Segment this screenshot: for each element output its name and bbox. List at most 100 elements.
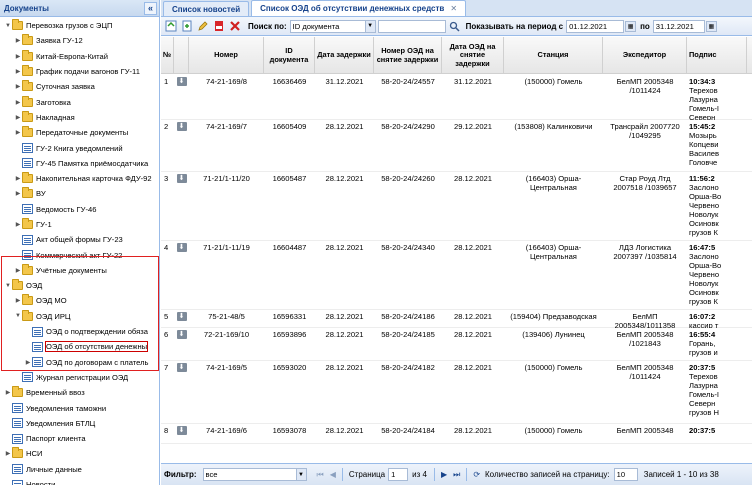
table-row[interactable]: 8 ⬇ 74-21-169/6 16593078 28.12.2021 58-20-24/…	[161, 424, 752, 444]
tree-node[interactable]: ГУ-45 Памятка приёмосдатчика	[0, 156, 159, 171]
column-header[interactable]	[174, 37, 189, 74]
collapsed-arrow-icon[interactable]: ▶	[14, 190, 22, 197]
column-header[interactable]: №	[161, 37, 174, 74]
tree-node[interactable]: ▶ Китай-Европа-Китай	[0, 49, 159, 64]
column-header[interactable]: Дата задержки	[315, 37, 374, 74]
chevron-down-icon[interactable]: ▼	[295, 469, 306, 480]
date-from-input[interactable]: 01.12.2021	[566, 19, 625, 33]
download-icon[interactable]: ⬇	[176, 243, 187, 252]
collapsed-arrow-icon[interactable]: ▶	[14, 37, 22, 44]
chevron-down-icon[interactable]: ▼	[364, 20, 375, 32]
collapsed-arrow-icon[interactable]: ▶	[14, 221, 22, 228]
collapsed-arrow-icon[interactable]: ▶	[14, 83, 22, 90]
tree-node[interactable]: Журнал регистрации ОЭД	[0, 370, 159, 385]
tree-node[interactable]: ▶ ОЭД МО	[0, 293, 159, 308]
table-row[interactable]: 5 ⬇ 75-21-48/5 16596331 28.12.2021 58-20-24/2…	[161, 310, 752, 328]
next-page-icon[interactable]: ▶	[441, 470, 447, 479]
download-icon[interactable]: ⬇	[176, 426, 187, 435]
collapsed-arrow-icon[interactable]: ▶	[4, 389, 12, 396]
tree-node[interactable]: ГУ-2 Книга уведомлений	[0, 140, 159, 155]
tree-node[interactable]: ▼ Перевозка грузов с ЭЦП	[0, 18, 159, 33]
expanded-arrow-icon[interactable]: ▼	[4, 23, 12, 29]
table-row[interactable]: 2 ⬇ 74-21-169/7 16605409 28.12.2021 58-20-24/…	[161, 120, 752, 172]
tree-node[interactable]: Уведомления таможни	[0, 400, 159, 415]
search-input[interactable]	[377, 19, 446, 33]
tree-node[interactable]: ▶ Накладная	[0, 110, 159, 125]
refresh-icon[interactable]	[164, 20, 177, 33]
tree-node[interactable]: ▶ Передаточные документы	[0, 125, 159, 140]
table-row[interactable]: 3 ⬇ 71-21/1-11/20 16605487 28.12.2021 58-20-2…	[161, 172, 752, 241]
tree-node[interactable]: ▶ Заготовка	[0, 94, 159, 109]
tree-node[interactable]: ОЭД об отсутствии денежны	[0, 339, 159, 355]
column-header[interactable]: Дата ОЭД на снятие задержки	[442, 37, 504, 74]
first-page-icon[interactable]: ⏮	[317, 470, 324, 480]
table-row[interactable]: 1 ⬇ 74-21-169/8 16636469 31.12.2021 58-20-24/…	[161, 75, 752, 120]
tree-node[interactable]: ▶ ОЭД по договорам с платель	[0, 355, 159, 370]
download-icon[interactable]: ⬇	[176, 312, 187, 321]
column-header[interactable]: Подпис	[687, 37, 747, 74]
tree-node[interactable]: Паспорт клиента	[0, 431, 159, 446]
tree-node[interactable]: ОЭД о подтверждении обяза	[0, 324, 159, 339]
pdf-icon[interactable]	[212, 20, 225, 33]
tree-node[interactable]: Личные данные	[0, 462, 159, 477]
collapsed-arrow-icon[interactable]: ▶	[14, 114, 22, 121]
column-header[interactable]: Станция	[504, 37, 603, 74]
tree-node[interactable]: ▶ ВУ	[0, 186, 159, 201]
tab-oed-no-funds[interactable]: Список ОЭД об отсутствии денежных средст…	[251, 0, 467, 16]
download-icon[interactable]: ⬇	[176, 330, 187, 339]
expanded-arrow-icon[interactable]: ▼	[4, 283, 12, 289]
tree-node[interactable]: ▶ Временный ввоз	[0, 385, 159, 400]
search-field-select[interactable]: ID документа ▼	[289, 19, 376, 33]
table-row[interactable]: 4 ⬇ 71-21/1-11/19 16604487 28.12.2021 58-20-2…	[161, 241, 752, 310]
tree-node[interactable]: Акт общей формы ГУ-23	[0, 232, 159, 247]
search-icon[interactable]	[448, 20, 461, 33]
collapsed-arrow-icon[interactable]: ▶	[14, 175, 22, 182]
tree-node[interactable]: ▶ Учётные документы	[0, 263, 159, 278]
tree-node[interactable]: ▶ График подачи вагонов ГУ-11	[0, 64, 159, 79]
collapsed-arrow-icon[interactable]: ▶	[14, 99, 22, 106]
prev-page-icon[interactable]: ◀	[330, 470, 336, 479]
edit-icon[interactable]	[196, 20, 209, 33]
filter-select[interactable]: все ▼	[202, 468, 307, 481]
tree-node[interactable]: ▼ ОЭД ИРЦ	[0, 309, 159, 324]
collapsed-arrow-icon[interactable]: ▶	[4, 450, 12, 457]
column-header[interactable]: Номер ОЭД на снятие задержки	[374, 37, 442, 74]
expanded-arrow-icon[interactable]: ▼	[14, 313, 22, 319]
collapse-panel-icon[interactable]: «	[144, 1, 157, 15]
download-icon[interactable]: ⬇	[176, 174, 187, 183]
collapsed-arrow-icon[interactable]: ▶	[14, 68, 22, 75]
last-page-icon[interactable]: ⏭	[453, 470, 460, 480]
collapsed-arrow-icon[interactable]: ▶	[14, 267, 22, 274]
tree-node[interactable]: Ведомость ГУ-46	[0, 202, 159, 217]
tree-node[interactable]: Коммерческий акт ГУ-22	[0, 247, 159, 262]
tree-node[interactable]: Новости	[0, 477, 159, 485]
collapsed-arrow-icon[interactable]: ▶	[14, 53, 22, 60]
download-icon[interactable]: ⬇	[176, 122, 187, 131]
download-icon[interactable]: ⬇	[176, 77, 187, 86]
tree-node[interactable]: Уведомления БТЛЦ	[0, 416, 159, 431]
page-input[interactable]: 1	[388, 468, 409, 481]
tree-node[interactable]: ▼ ОЭД	[0, 278, 159, 293]
collapsed-arrow-icon[interactable]: ▶	[24, 359, 32, 366]
tree-node[interactable]: ▶ Суточная заявка	[0, 79, 159, 94]
close-tab-icon[interactable]: ✕	[450, 4, 457, 13]
table-row[interactable]: 6 ⬇ 72-21-169/10 16593896 28.12.2021 58-20-24…	[161, 328, 752, 361]
add-document-icon[interactable]	[180, 20, 193, 33]
collapsed-arrow-icon[interactable]: ▶	[14, 129, 22, 136]
column-header[interactable]: Экспедитор	[603, 37, 687, 74]
per-page-input[interactable]: 10	[613, 468, 638, 481]
tree-node[interactable]: ▶ Накопительная карточка ФДУ-92	[0, 171, 159, 186]
calendar-icon[interactable]: ▦	[705, 20, 717, 32]
tree-node[interactable]: ▶ ГУ-1	[0, 217, 159, 232]
date-to-input[interactable]: 31.12.2021	[652, 19, 705, 33]
reload-icon[interactable]: ⟳	[473, 470, 480, 479]
tab-news-list[interactable]: Список новостей	[163, 1, 250, 16]
table-row[interactable]: 7 ⬇ 74-21-169/5 16593020 28.12.2021 58-20-24/…	[161, 361, 752, 424]
collapsed-arrow-icon[interactable]: ▶	[14, 297, 22, 304]
tree-node[interactable]: ▶ Заявка ГУ-12	[0, 33, 159, 48]
download-icon[interactable]: ⬇	[176, 363, 187, 372]
tree-node[interactable]: ▶ НСИ	[0, 446, 159, 461]
column-header[interactable]: Номер	[189, 37, 264, 74]
calendar-icon[interactable]: ▦	[625, 20, 637, 32]
delete-icon[interactable]	[228, 20, 241, 33]
